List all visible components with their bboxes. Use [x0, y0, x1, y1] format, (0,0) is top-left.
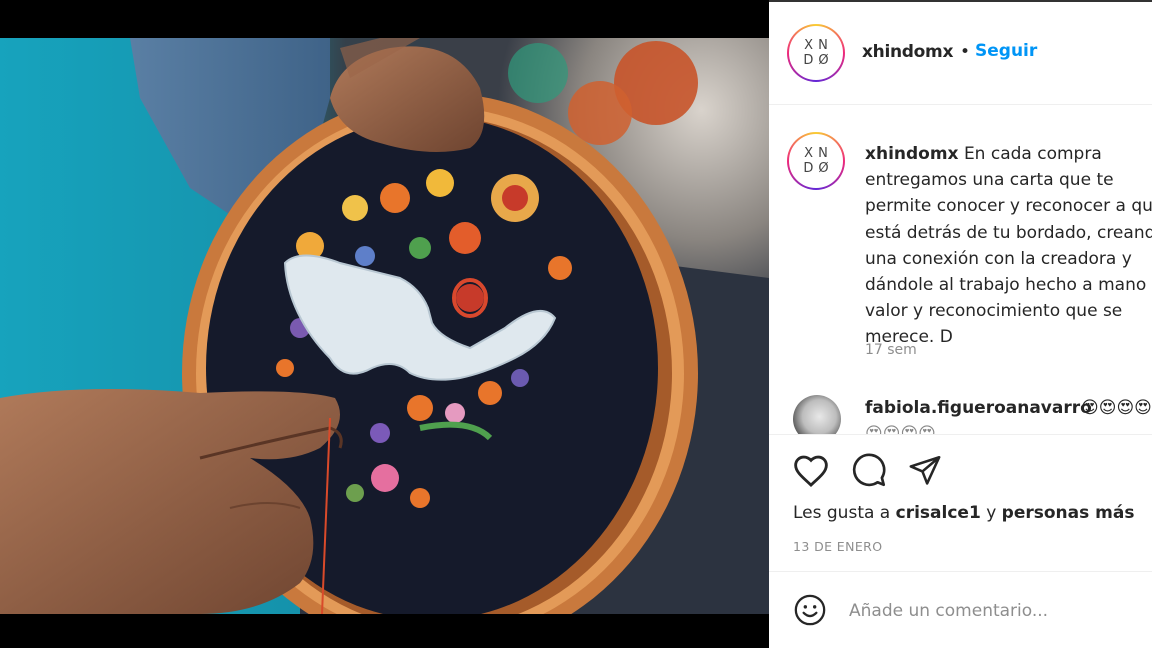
post-photo-area [0, 0, 769, 648]
emoji-icon[interactable] [793, 593, 827, 631]
divider [769, 434, 1152, 435]
likes-user[interactable]: crisalce1 [896, 503, 981, 523]
header-username[interactable]: xhindomx [862, 42, 953, 62]
post-photo[interactable] [0, 38, 769, 614]
header-separator: • [960, 42, 971, 62]
likes-others[interactable]: personas más [1002, 503, 1135, 523]
caption-avatar[interactable]: XN DØ [787, 132, 845, 190]
caption-body: En cada compra entregamos una carta que … [865, 144, 1152, 348]
comment-text-continued: 😍😍😍😍 [865, 424, 936, 434]
likes-connector: y [986, 503, 997, 523]
post-date[interactable]: 13 DE ENERO [793, 539, 882, 554]
comment-bubble-icon[interactable] [851, 452, 887, 492]
add-comment-input[interactable] [849, 596, 1139, 626]
commenter-avatar[interactable] [793, 395, 841, 434]
avatar-logo: XN DØ [789, 26, 843, 80]
caption-time[interactable]: 17 sem [865, 342, 917, 358]
avatar-initials-top: XN [804, 146, 833, 161]
heart-icon[interactable] [792, 452, 830, 492]
post-header: XN DØ xhindomx • Seguir [769, 2, 1152, 105]
caption-username[interactable]: xhindomx [865, 144, 959, 164]
comment-username[interactable]: fabiola.figueroanavarro [865, 398, 1092, 418]
profile-avatar[interactable]: XN DØ [787, 24, 845, 82]
avatar-initials-bottom: DØ [803, 53, 834, 68]
likes-summary: Les gusta a crisalce1 y personas más [793, 503, 1134, 523]
comment-text: 😍😍😍😍 [1081, 398, 1152, 418]
follow-button[interactable]: Seguir [975, 41, 1037, 61]
paper-plane-icon[interactable] [907, 453, 943, 491]
caption-text: xhindomx En cada compra entregamos una c… [865, 141, 1152, 351]
avatar-initials-bottom: DØ [803, 161, 834, 176]
comment-row: fabiola.figueroanavarro 😍😍😍😍 😍😍😍😍 [769, 390, 1152, 434]
avatar-logo: XN DØ [789, 134, 843, 188]
avatar-initials-top: XN [804, 38, 833, 53]
embroidery-photo-illustration [0, 38, 769, 614]
likes-prefix: Les gusta a [793, 503, 891, 523]
divider [769, 571, 1152, 572]
post-side-panel: XN DØ xhindomx • Seguir XN DØ xhindomx E… [769, 0, 1152, 648]
